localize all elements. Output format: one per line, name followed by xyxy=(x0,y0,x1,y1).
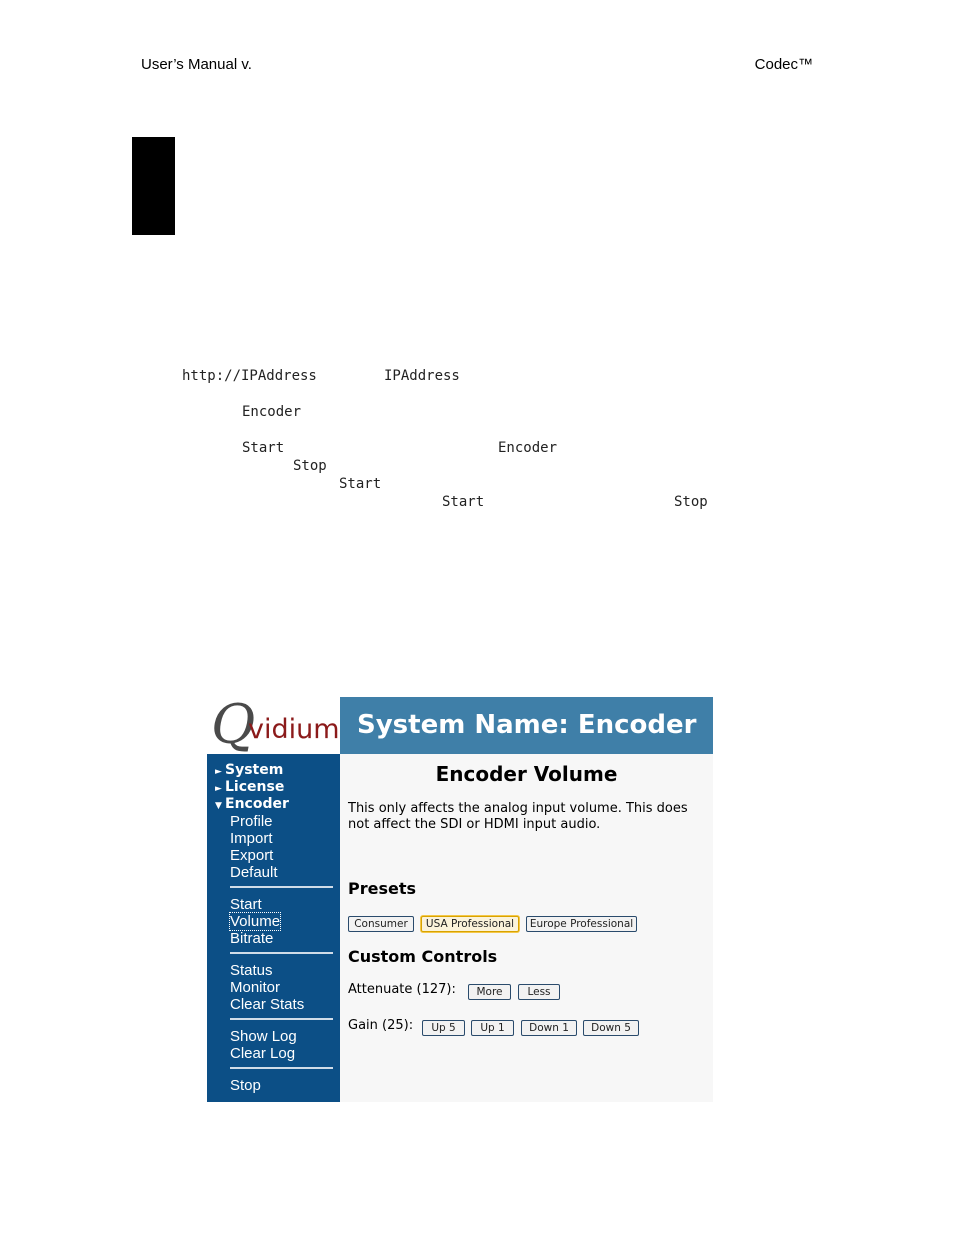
nav-clear-stats[interactable]: Clear Stats xyxy=(230,996,304,1013)
page-title: Encoder Volume xyxy=(435,762,618,786)
nav-bitrate[interactable]: Bitrate xyxy=(230,930,273,947)
manual-header-right: Codec™ xyxy=(754,56,813,73)
gain-down-5-button[interactable]: Down 5 xyxy=(583,1020,639,1036)
nav-default[interactable]: Default xyxy=(230,864,278,881)
attenuate-less-button[interactable]: Less xyxy=(518,984,560,1000)
sidebar-nav: ► System ► License ▼ Encoder Profile Import… xyxy=(207,754,340,1102)
presets-heading: Presets xyxy=(348,879,417,898)
preset-usa-professional-button[interactable]: USA Professional xyxy=(421,916,519,932)
chapter-tab-marker xyxy=(132,137,175,235)
nav-volume[interactable]: Volume xyxy=(228,912,282,931)
nav-stop[interactable]: Stop xyxy=(230,1077,261,1094)
attenuate-label: Attenuate (127): xyxy=(348,982,456,997)
nav-show-log[interactable]: Show Log xyxy=(230,1028,297,1045)
text-stop-1: Stop xyxy=(293,458,327,474)
triangle-down-icon: ▼ xyxy=(215,801,222,811)
gain-up-5-button[interactable]: Up 5 xyxy=(422,1020,465,1036)
text-encoder-1: Encoder xyxy=(242,404,302,420)
manual-header-left: User’s Manual v. xyxy=(141,56,252,73)
nav-divider xyxy=(230,952,333,954)
attenuate-more-button[interactable]: More xyxy=(468,984,511,1000)
volume-description: This only affects the analog input volum… xyxy=(348,801,688,832)
system-name-title: System Name: Encoder xyxy=(340,697,713,754)
preset-consumer-button[interactable]: Consumer xyxy=(348,916,414,932)
nav-status[interactable]: Status xyxy=(230,962,273,979)
gain-down-1-button[interactable]: Down 1 xyxy=(521,1020,577,1036)
nav-start[interactable]: Start xyxy=(230,896,262,913)
custom-controls-heading: Custom Controls xyxy=(348,947,498,966)
nav-clear-log[interactable]: Clear Log xyxy=(230,1045,295,1062)
text-url: http://IPAddress xyxy=(182,368,317,384)
nav-profile[interactable]: Profile xyxy=(230,813,273,830)
text-stop-2: Stop xyxy=(674,494,708,510)
gain-up-1-button[interactable]: Up 1 xyxy=(471,1020,514,1036)
gain-label: Gain (25): xyxy=(348,1018,414,1033)
nav-divider xyxy=(230,1018,333,1020)
text-encoder-2: Encoder xyxy=(498,440,558,456)
text-start-3: Start xyxy=(442,494,485,510)
content-panel: Encoder Volume This only affects the ana… xyxy=(340,754,713,1102)
nav-divider xyxy=(230,1067,333,1069)
text-ipaddress: IPAddress xyxy=(384,368,460,384)
nav-export[interactable]: Export xyxy=(230,847,273,864)
text-start-2: Start xyxy=(339,476,382,492)
encoder-volume-screenshot: Q vidium System Name: Encoder ► System ► L… xyxy=(207,695,713,1102)
text-start-1: Start xyxy=(242,440,285,456)
logo-text: vidium xyxy=(248,714,340,745)
qvidium-logo: Q vidium xyxy=(207,695,340,755)
nav-import[interactable]: Import xyxy=(230,830,273,847)
preset-europe-professional-button[interactable]: Europe Professional xyxy=(526,916,637,932)
nav-divider xyxy=(230,886,333,888)
nav-monitor[interactable]: Monitor xyxy=(230,979,280,996)
